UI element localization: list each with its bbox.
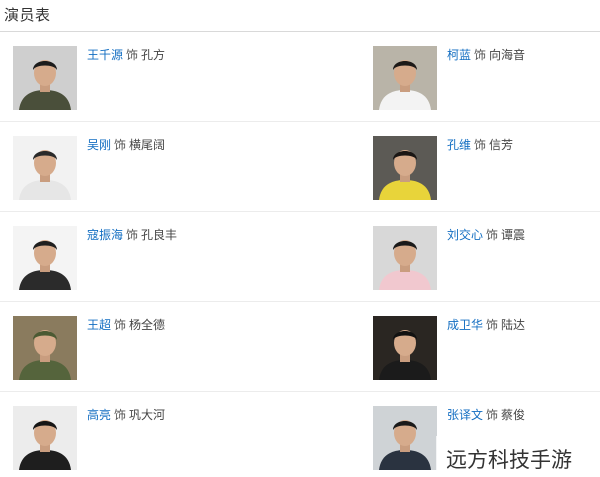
role-verb: 饰: [486, 408, 499, 422]
actor-photo[interactable]: [373, 46, 437, 110]
role-name: 信芳: [489, 138, 514, 152]
role-name: 横尾阔: [129, 138, 166, 152]
cast-credit: 孔维饰信芳: [447, 137, 513, 153]
actor-photo[interactable]: [373, 226, 437, 290]
cast-item: 刘交心饰谭震: [373, 226, 600, 290]
cast-credit: 张译文饰蔡俊: [447, 407, 525, 423]
role-verb: 饰: [126, 48, 139, 62]
cast-credit: 柯蓝饰向海音: [447, 47, 525, 63]
cast-item: 吴刚饰横尾阔: [13, 136, 293, 200]
actor-name-link[interactable]: 寇振海: [87, 228, 123, 242]
actor-name-link[interactable]: 张译文: [447, 408, 483, 422]
role-verb: 饰: [126, 228, 139, 242]
cast-section-title: 演员表: [4, 6, 51, 24]
cast-item: 王千源饰孔方: [13, 46, 293, 110]
cast-row: 王千源饰孔方 柯蓝饰向海音: [0, 32, 600, 122]
role-verb: 饰: [486, 228, 499, 242]
cast-credit: 刘交心饰谭震: [447, 227, 525, 243]
actor-name-link[interactable]: 孔维: [447, 138, 471, 152]
actor-name-link[interactable]: 王超: [87, 318, 111, 332]
cast-item: 高亮饰巩大河: [13, 406, 293, 470]
actor-photo[interactable]: [13, 46, 77, 110]
cast-credit: 王超饰杨全德: [87, 317, 165, 333]
actor-photo[interactable]: [373, 406, 437, 470]
role-verb: 饰: [474, 48, 487, 62]
role-verb: 饰: [474, 138, 487, 152]
cast-credit: 吴刚饰横尾阔: [87, 137, 165, 153]
role-name: 陆达: [501, 318, 526, 332]
actor-name-link[interactable]: 刘交心: [447, 228, 483, 242]
cast-credit: 高亮饰巩大河: [87, 407, 165, 423]
actor-photo[interactable]: [13, 136, 77, 200]
role-name: 杨全德: [129, 318, 166, 332]
role-name: 谭震: [501, 228, 526, 242]
cast-list: 王千源饰孔方 柯蓝饰向海音 吴刚饰横尾阔 孔维饰信芳 寇振海 饰 孔良丰 刘交心…: [0, 32, 600, 477]
role-verb: 饰: [114, 138, 127, 152]
cast-credit: 王千源饰孔方: [87, 47, 165, 63]
actor-photo[interactable]: [373, 316, 437, 380]
role-verb: 饰: [114, 408, 127, 422]
actor-photo[interactable]: [13, 406, 77, 470]
actor-photo[interactable]: [13, 226, 77, 290]
actor-name-link[interactable]: 成卫华: [447, 318, 483, 332]
role-name: 蔡俊: [501, 408, 526, 422]
cast-item: 成卫华饰陆达: [373, 316, 600, 380]
cast-credit: 寇振海饰孔良丰: [87, 227, 177, 243]
role-verb: 饰: [486, 318, 499, 332]
cast-row: 王超饰杨全德 成卫华饰陆达: [0, 302, 600, 392]
cast-item: 柯蓝饰向海音: [373, 46, 600, 110]
watermark-text: 远方科技手游: [446, 448, 572, 472]
role-name: 孔方: [141, 48, 166, 62]
actor-name-link[interactable]: 吴刚: [87, 138, 111, 152]
actor-name-link[interactable]: 王千源: [87, 48, 123, 62]
role-name: 巩大河: [129, 408, 166, 422]
actor-name-link[interactable]: 高亮: [87, 408, 111, 422]
cast-credit: 成卫华饰陆达: [447, 317, 525, 333]
actor-photo[interactable]: [13, 316, 77, 380]
actor-photo[interactable]: [373, 136, 437, 200]
cast-row: 吴刚饰横尾阔 孔维饰信芳: [0, 122, 600, 212]
role-name: 孔良丰: [141, 228, 178, 242]
cast-item: 王超饰杨全德: [13, 316, 293, 380]
cast-row: 寇振海饰孔良丰 刘交心饰谭震: [0, 212, 600, 302]
role-verb: 饰: [114, 318, 127, 332]
actor-name-link[interactable]: 柯蓝: [447, 48, 471, 62]
role-name: 向海音: [489, 48, 526, 62]
cast-item: 寇振海饰孔良丰: [13, 226, 293, 290]
cast-item: 孔维饰信芳: [373, 136, 600, 200]
